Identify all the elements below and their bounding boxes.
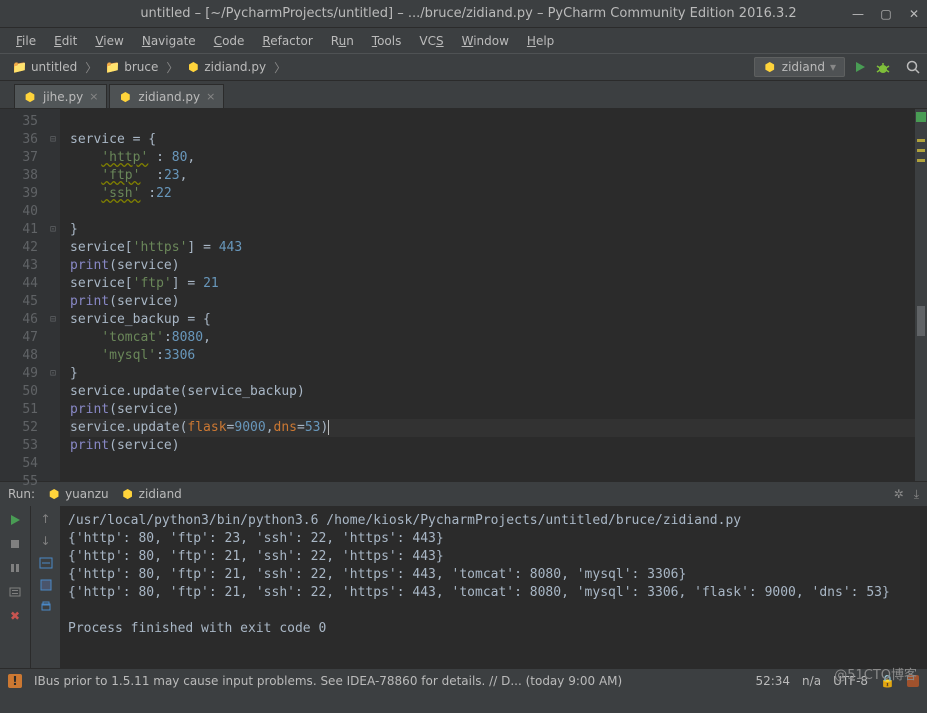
- close-button[interactable]: ✖: [7, 608, 23, 624]
- print-button[interactable]: [39, 600, 53, 614]
- titlebar: untitled – [~/PycharmProjects/untitled] …: [0, 0, 927, 28]
- code-content[interactable]: service = { 'http' : 80, 'ftp' :23, 'ssh…: [60, 109, 915, 481]
- minimize-panel-icon[interactable]: ⤓: [914, 487, 919, 502]
- run-tab-zidiand[interactable]: ⬢ zidiand: [121, 487, 182, 501]
- run-tab-label: yuanzu: [65, 487, 109, 501]
- run-config-label: zidiand: [782, 60, 825, 74]
- python-file-icon: ⬢: [121, 487, 135, 501]
- tab-close-icon[interactable]: ×: [206, 90, 215, 103]
- tab-label: zidiand.py: [138, 90, 200, 104]
- statusbar: ! IBus prior to 1.5.11 may cause input p…: [0, 668, 927, 692]
- run-tab-label: zidiand: [139, 487, 182, 501]
- run-tool-window: Run: ⬢ yuanzu ⬢ zidiand ✲ ⤓: [0, 481, 927, 668]
- menu-vcs[interactable]: VCS: [411, 31, 451, 51]
- python-file-icon: ⬢: [118, 90, 132, 104]
- run-toolbar-left: ✖: [0, 506, 30, 668]
- breadcrumb-label: zidiand.py: [204, 60, 266, 74]
- soft-wrap-button[interactable]: [39, 556, 53, 570]
- file-encoding[interactable]: UTF-8: [833, 674, 868, 688]
- scrollbar-thumb[interactable]: [917, 306, 925, 336]
- navbar: 📁 untitled 〉 📁 bruce 〉 ⬢ zidiand.py 〉 ⬢ …: [0, 53, 927, 81]
- editor-marker-bar[interactable]: [915, 109, 927, 481]
- debug-button[interactable]: [875, 60, 891, 76]
- hector-icon[interactable]: [907, 675, 919, 687]
- run-button[interactable]: [853, 60, 867, 74]
- up-arrow-button[interactable]: ↑: [40, 512, 50, 526]
- status-message[interactable]: IBus prior to 1.5.11 may cause input pro…: [34, 674, 743, 688]
- maximize-icon[interactable]: ▢: [879, 7, 893, 21]
- search-button[interactable]: [905, 59, 921, 75]
- menu-code[interactable]: Code: [206, 31, 253, 51]
- line-number-gutter: 3536⊟3738394041⊡4243444546⊟474849⊡505152…: [0, 109, 60, 481]
- menu-help[interactable]: Help: [519, 31, 562, 51]
- warning-mark[interactable]: [917, 149, 925, 152]
- code-editor[interactable]: 3536⊟3738394041⊡4243444546⊟474849⊡505152…: [0, 109, 927, 481]
- breadcrumb-root[interactable]: 📁 untitled: [6, 58, 83, 76]
- analysis-ok-icon: [916, 112, 926, 122]
- menu-navigate[interactable]: Navigate: [134, 31, 204, 51]
- folder-icon: 📁: [12, 60, 27, 74]
- chevron-right-icon: 〉: [274, 59, 286, 76]
- rerun-button[interactable]: [7, 512, 23, 528]
- menubar: File Edit View Navigate Code Refactor Ru…: [0, 28, 927, 53]
- menu-edit[interactable]: Edit: [46, 31, 85, 51]
- chevron-right-icon: 〉: [85, 59, 97, 76]
- line-separator[interactable]: n/a: [802, 674, 821, 688]
- python-file-icon: ⬢: [763, 60, 777, 74]
- breadcrumb-folder[interactable]: 📁 bruce: [99, 58, 164, 76]
- minimize-icon[interactable]: —: [851, 7, 865, 21]
- breadcrumb-file[interactable]: ⬢ zidiand.py: [180, 58, 272, 76]
- breadcrumb: 📁 untitled 〉 📁 bruce 〉 ⬢ zidiand.py 〉: [6, 58, 286, 76]
- menu-window[interactable]: Window: [454, 31, 517, 51]
- menu-tools[interactable]: Tools: [364, 31, 410, 51]
- menu-view[interactable]: View: [87, 31, 131, 51]
- window-title: untitled – [~/PycharmProjects/untitled] …: [86, 6, 851, 21]
- warning-mark[interactable]: [917, 139, 925, 142]
- tab-close-icon[interactable]: ×: [89, 90, 98, 103]
- down-arrow-button[interactable]: ↓: [40, 534, 50, 548]
- menu-file[interactable]: File: [8, 31, 44, 51]
- tab-jihe[interactable]: ⬢ jihe.py ×: [14, 84, 107, 108]
- pause-button[interactable]: [7, 560, 23, 576]
- run-header: Run: ⬢ yuanzu ⬢ zidiand ✲ ⤓: [0, 482, 927, 506]
- tab-zidiand[interactable]: ⬢ zidiand.py ×: [109, 84, 224, 108]
- chevron-right-icon: 〉: [166, 59, 178, 76]
- close-icon[interactable]: ✕: [907, 7, 921, 21]
- chevron-down-icon: ▾: [830, 60, 836, 74]
- stop-button[interactable]: [7, 536, 23, 552]
- lock-icon[interactable]: 🔒: [880, 674, 895, 688]
- breadcrumb-label: bruce: [124, 60, 158, 74]
- cursor-position[interactable]: 52:34: [755, 674, 790, 688]
- menu-refactor[interactable]: Refactor: [254, 31, 320, 51]
- editor-tabbar: ⬢ jihe.py × ⬢ zidiand.py ×: [0, 81, 927, 109]
- run-toolbar-left2: ↑ ↓: [30, 506, 60, 668]
- event-log-icon[interactable]: !: [8, 674, 22, 688]
- run-config-selector[interactable]: ⬢ zidiand ▾: [754, 57, 845, 77]
- console-output[interactable]: /usr/local/python3/bin/python3.6 /home/k…: [60, 506, 927, 668]
- python-file-icon: ⬢: [186, 60, 200, 74]
- warning-mark[interactable]: [917, 159, 925, 162]
- dump-threads-button[interactable]: [7, 584, 23, 600]
- gear-icon[interactable]: ✲: [894, 487, 904, 501]
- scroll-to-end-button[interactable]: [39, 578, 53, 592]
- breadcrumb-label: untitled: [31, 60, 77, 74]
- menu-run[interactable]: Run: [323, 31, 362, 51]
- python-file-icon: ⬢: [23, 90, 37, 104]
- tab-label: jihe.py: [43, 90, 83, 104]
- folder-icon: 📁: [105, 60, 120, 74]
